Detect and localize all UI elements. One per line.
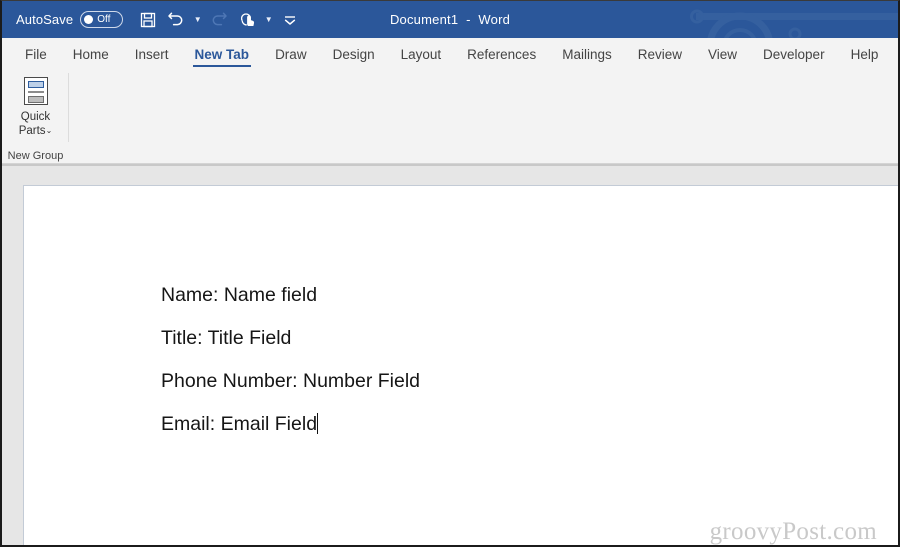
autosave-toggle[interactable]: AutoSave Off (16, 11, 124, 28)
window-title-document: Document1 (389, 12, 459, 27)
tab-references[interactable]: References (454, 47, 549, 69)
tab-design-label: Design (332, 47, 375, 62)
autosave-state-label: Off (97, 13, 111, 25)
tab-view-label: View (708, 47, 738, 62)
workspace-top-divider (2, 164, 898, 166)
tab-new-tab[interactable]: New Tab (182, 47, 263, 69)
tab-insert[interactable]: Insert (122, 47, 182, 69)
titlebar-decoration (690, 9, 898, 38)
ribbon-content: Quick Parts⌄ New Group (2, 69, 898, 164)
quick-parts-button[interactable]: Quick Parts⌄ (19, 110, 53, 138)
document-body[interactable]: Name: Name field Title: Title Field Phon… (161, 284, 879, 456)
tab-file[interactable]: File (12, 47, 60, 69)
document-line[interactable]: Title: Title Field (161, 327, 291, 349)
document-line[interactable]: Name: Name field (161, 284, 317, 306)
customize-quick-access-toolbar-icon[interactable] (277, 7, 303, 33)
tab-review[interactable]: Review (625, 47, 695, 69)
quick-parts-icon-blue-bar (27, 81, 44, 88)
autosave-switch-knob (84, 15, 94, 24)
autosave-switch[interactable]: Off (80, 11, 124, 28)
title-bar: AutoSave Off ▼ ▼ Document1 - Word (2, 1, 898, 38)
tab-mailings-label: Mailings (562, 47, 612, 62)
tab-insert-label: Insert (134, 47, 169, 62)
tab-new-tab-label: New Tab (194, 47, 250, 62)
ribbon-group-divider (68, 73, 69, 142)
undo-dropdown-caret-icon[interactable]: ▼ (191, 7, 204, 33)
tab-home-label: Home (72, 47, 109, 62)
quick-parts-label-line2: Parts (18, 125, 46, 137)
undo-icon[interactable] (163, 7, 189, 33)
window-title-separator: - (466, 12, 471, 27)
ribbon-group-new-group: Quick Parts⌄ New Group (2, 69, 69, 164)
tab-layout[interactable]: Layout (388, 47, 455, 69)
tab-view[interactable]: View (695, 47, 750, 69)
redo-icon (206, 7, 232, 33)
autosave-label: AutoSave (16, 12, 74, 27)
ribbon-tab-bar: File Home Insert New Tab Draw Design Lay… (2, 38, 898, 69)
tab-developer[interactable]: Developer (750, 47, 838, 69)
quick-parts-dropdown-caret-icon[interactable]: ⌄ (46, 126, 53, 135)
ribbon-group-label: New Group (7, 150, 64, 162)
word-window: AutoSave Off ▼ ▼ Document1 - Word File H… (0, 0, 900, 547)
tab-draw-label: Draw (275, 47, 307, 62)
window-title-app: Word (478, 12, 511, 27)
tab-help-label: Help (850, 47, 879, 62)
tab-home[interactable]: Home (60, 47, 122, 69)
tab-help[interactable]: Help (838, 47, 892, 69)
save-icon[interactable] (135, 7, 161, 33)
tab-developer-label: Developer (763, 47, 825, 62)
quick-access-toolbar: ▼ ▼ (135, 7, 303, 33)
quick-parts-label-line1: Quick (20, 111, 51, 123)
tab-references-label: References (467, 47, 537, 62)
watermark: groovyPost.com (709, 518, 877, 545)
quick-parts-icon[interactable] (23, 77, 48, 105)
text-cursor (317, 413, 319, 434)
tab-draw[interactable]: Draw (262, 47, 320, 69)
active-tab-underline (192, 64, 252, 67)
touch-mouse-mode-dropdown-caret-icon[interactable]: ▼ (262, 7, 275, 33)
document-line[interactable]: Phone Number: Number Field (161, 370, 420, 392)
tab-layout-label: Layout (400, 47, 442, 62)
tab-mailings[interactable]: Mailings (549, 47, 625, 69)
document-workspace: Name: Name field Title: Title Field Phon… (2, 164, 898, 545)
tab-design[interactable]: Design (320, 47, 388, 69)
quick-parts-icon-gray-bar (27, 96, 44, 103)
tab-review-label: Review (637, 47, 682, 62)
quick-parts-icon-line (27, 91, 44, 93)
document-page[interactable]: Name: Name field Title: Title Field Phon… (23, 185, 898, 545)
document-line[interactable]: Email: Email Field (161, 413, 317, 435)
touch-mouse-mode-icon[interactable] (234, 7, 260, 33)
tab-file-label: File (25, 47, 47, 62)
